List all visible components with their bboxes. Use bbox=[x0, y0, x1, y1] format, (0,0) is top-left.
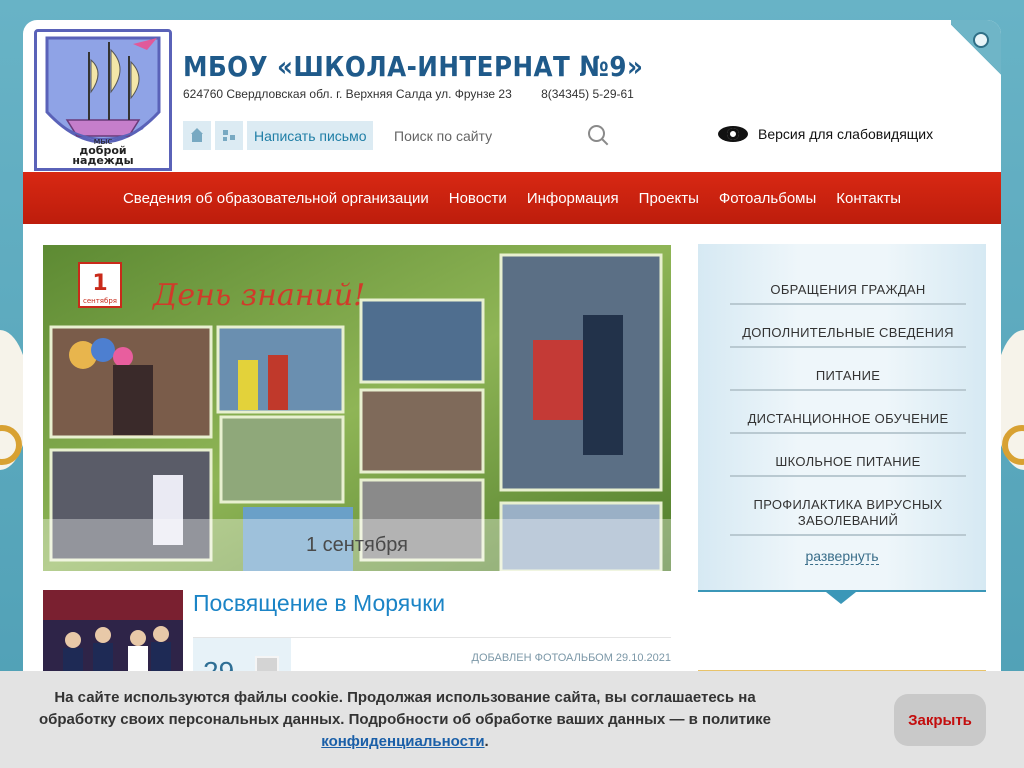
quick-link-distance-learning[interactable]: ДИСТАНЦИОННОЕ ОБУЧЕНИЕ bbox=[730, 391, 966, 434]
calendar-day: 1 bbox=[92, 271, 107, 296]
nav-item-photo-albums[interactable]: Фотоальбомы bbox=[709, 190, 826, 207]
banner-text: День знаний! bbox=[151, 278, 365, 313]
school-logo[interactable]: мыс доброй надежды bbox=[34, 29, 172, 171]
write-letter-button[interactable]: Написать письмо bbox=[247, 121, 374, 150]
home-button[interactable] bbox=[183, 121, 211, 150]
photo-slider[interactable]: 1 сентября День знаний! 1 сентября bbox=[43, 245, 671, 571]
cookie-banner: На сайте используются файлы cookie. Прод… bbox=[0, 671, 1024, 768]
news-meta: ДОБАВЛЕН ФОТОАЛЬБОМ 29.10.2021 bbox=[471, 652, 672, 664]
news-title[interactable]: Посвящение в Морячки bbox=[193, 590, 445, 617]
slider-caption: 1 сентября bbox=[43, 519, 671, 571]
expand-link[interactable]: развернуть bbox=[805, 548, 879, 565]
home-icon bbox=[191, 127, 203, 142]
page-container: мыс доброй надежды МБОУ «ШКОЛА-ИНТЕРНАТ … bbox=[23, 20, 1001, 768]
main-nav: Сведения об образовательной организации … bbox=[23, 172, 1001, 224]
quick-link-virus-prevention[interactable]: ПРОФИЛАКТИКА ВИРУСНЫХ ЗАБОЛЕВАНИЙ bbox=[730, 477, 966, 536]
quick-link-nutrition[interactable]: ПИТАНИЕ bbox=[730, 348, 966, 391]
header-tools: Написать письмо bbox=[183, 121, 374, 150]
nav-item-about[interactable]: Сведения об образовательной организации bbox=[113, 190, 439, 207]
privacy-policy-link[interactable]: конфиденциальности bbox=[321, 733, 484, 750]
search-icon[interactable] bbox=[587, 124, 609, 146]
low-vision-label: Версия для слабовидящих bbox=[758, 126, 934, 142]
sitemap-icon bbox=[223, 129, 235, 142]
panel-expand: развернуть bbox=[698, 548, 986, 565]
cookie-close-button[interactable]: Закрыть bbox=[894, 694, 986, 746]
corner-flag bbox=[951, 20, 1001, 80]
globe-icon[interactable] bbox=[973, 32, 989, 48]
low-vision-link[interactable]: Версия для слабовидящих bbox=[718, 124, 933, 144]
eye-icon bbox=[718, 124, 748, 144]
nav-item-projects[interactable]: Проекты bbox=[629, 190, 709, 207]
site-search[interactable]: Поиск по сайту bbox=[394, 121, 609, 150]
cookie-message: На сайте используются файлы cookie. Прод… bbox=[38, 689, 772, 750]
logo-text-bottom: надежды bbox=[72, 154, 133, 167]
nav-item-news[interactable]: Новости bbox=[439, 190, 517, 207]
quick-links-list: ОБРАЩЕНИЯ ГРАЖДАН ДОПОЛНИТЕЛЬНЫЕ СВЕДЕНИ… bbox=[730, 276, 966, 536]
nav-item-information[interactable]: Информация bbox=[517, 190, 629, 207]
calendar-month: сентября bbox=[83, 297, 117, 305]
school-phone: 8(34345) 5-29-61 bbox=[541, 87, 634, 101]
school-address: 624760 Свердловская обл. г. Верхняя Салд… bbox=[183, 87, 512, 101]
calendar-graphic: 1 сентября bbox=[78, 262, 122, 308]
site-title[interactable]: МБОУ «ШКОЛА-ИНТЕРНАТ №9» bbox=[183, 50, 643, 83]
cookie-text: На сайте используются файлы cookie. Прод… bbox=[38, 689, 772, 728]
quick-link-additional-info[interactable]: ДОПОЛНИТЕЛЬНЫЕ СВЕДЕНИЯ bbox=[730, 305, 966, 348]
panel-arrow-icon bbox=[826, 592, 856, 604]
quick-link-citizen-appeals[interactable]: ОБРАЩЕНИЯ ГРАЖДАН bbox=[730, 276, 966, 305]
header-contacts: 624760 Свердловская обл. г. Верхняя Салд… bbox=[183, 87, 634, 101]
sitemap-button[interactable] bbox=[215, 121, 243, 150]
search-input[interactable]: Поиск по сайту bbox=[394, 128, 492, 144]
nav-item-contacts[interactable]: Контакты bbox=[826, 190, 911, 207]
quick-link-school-meals[interactable]: ШКОЛЬНОЕ ПИТАНИЕ bbox=[730, 434, 966, 477]
quick-links-panel: ОБРАЩЕНИЯ ГРАЖДАН ДОПОЛНИТЕЛЬНЫЕ СВЕДЕНИ… bbox=[698, 244, 986, 604]
